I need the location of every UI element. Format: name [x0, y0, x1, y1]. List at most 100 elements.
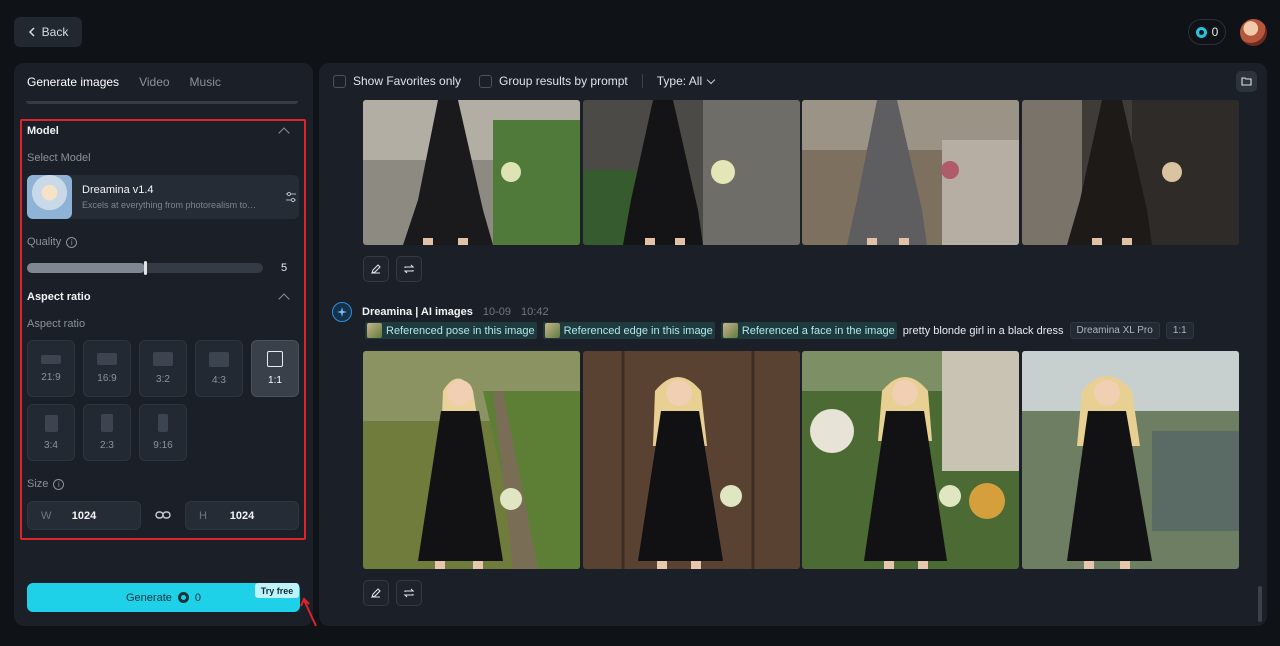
favorites-toggle[interactable]: Show Favorites only: [333, 74, 461, 88]
ratio-label: 9:16: [153, 440, 173, 451]
result-image[interactable]: [1022, 351, 1239, 569]
ratio-label: 3:4: [44, 439, 58, 451]
quality-slider[interactable]: [27, 261, 263, 275]
model-name: Dreamina v1.4: [82, 184, 154, 196]
back-label: Back: [41, 25, 69, 39]
model-thumbnail: [27, 175, 72, 219]
credits-badge[interactable]: 0: [1188, 19, 1226, 45]
reference-thumbnail: [367, 323, 382, 338]
generation-settings-panel: Generate images Video Music Model Select…: [14, 63, 313, 626]
folder-button[interactable]: [1236, 71, 1257, 92]
result-image[interactable]: [363, 100, 580, 245]
chevron-down-icon: [706, 75, 716, 84]
group-toggle[interactable]: Group results by prompt: [479, 74, 628, 88]
try-free-badge: Try free: [255, 583, 299, 598]
tab-video[interactable]: Video: [139, 75, 169, 89]
annotation-arrow-icon: [300, 597, 317, 627]
ratio-9-16-button[interactable]: 9:16: [139, 404, 187, 461]
quality-slider-handle[interactable]: [144, 261, 147, 275]
ratio-16-9-icon: [97, 353, 117, 365]
aspect-ratio-grid: 21:9 16:9 3:2 4:3 1:1 3:4 2:3 9:16: [27, 340, 299, 461]
model-description: Excels at everything from photorealism t…: [82, 200, 257, 210]
type-filter-dropdown[interactable]: Type: All: [656, 74, 716, 88]
ratio-label: 21:9: [41, 371, 61, 383]
repeat-icon: [403, 264, 415, 274]
ratio-label: 1:1: [268, 375, 282, 386]
aspect-section-title: Aspect ratio: [27, 291, 91, 303]
edit-button[interactable]: [363, 580, 389, 606]
quality-slider-fill: [27, 263, 145, 273]
chevron-left-icon: [28, 27, 35, 37]
ratio-3-2-button[interactable]: 3:2: [139, 340, 187, 397]
model-selector[interactable]: Dreamina v1.4 Excels at everything from …: [27, 175, 299, 219]
regenerate-button[interactable]: [396, 580, 422, 606]
aspect-ratio-text: Aspect ratio: [27, 318, 86, 330]
pencil-icon: [371, 264, 381, 274]
ratio-1-1-button[interactable]: 1:1: [251, 340, 299, 397]
select-model-text: Select Model: [27, 152, 91, 164]
result-image[interactable]: [1022, 100, 1239, 245]
select-model-label: Select Model: [27, 152, 91, 164]
height-input[interactable]: H 1024: [185, 501, 299, 530]
generate-label: Generate: [126, 591, 172, 604]
mode-tabs: Generate images Video Music: [27, 75, 221, 89]
avatar[interactable]: [1240, 19, 1267, 46]
pencil-icon: [371, 588, 381, 598]
ratio-label: 3:2: [156, 374, 170, 385]
ratio-21-9-button[interactable]: 21:9: [27, 340, 75, 397]
results-scrollbar[interactable]: [1258, 586, 1262, 622]
type-filter-label: Type: All: [656, 74, 703, 88]
ratio-3-4-button[interactable]: 3:4: [27, 404, 75, 461]
ratio-16-9-button[interactable]: 16:9: [83, 340, 131, 397]
reference-label: Referenced pose in this image: [386, 324, 535, 337]
ratio-3-2-icon: [153, 352, 173, 366]
result-image[interactable]: [802, 351, 1019, 569]
regenerate-button[interactable]: [396, 256, 422, 282]
result-image[interactable]: [802, 100, 1019, 245]
group-checkbox[interactable]: [479, 74, 493, 88]
tab-generate-images[interactable]: Generate images: [27, 75, 119, 89]
prompt-text: pretty blonde girl in a black dress: [902, 324, 1064, 337]
reference-label: Referenced edge in this image: [563, 324, 713, 337]
ratio-tag: 1:1: [1165, 322, 1194, 339]
folder-icon: [1241, 77, 1252, 86]
reference-chip[interactable]: Referenced a face in the image: [720, 322, 897, 339]
ratio-4-3-button[interactable]: 4:3: [195, 340, 243, 397]
favorites-label: Show Favorites only: [353, 74, 462, 88]
height-value: 1024: [229, 509, 255, 522]
back-button[interactable]: Back: [14, 17, 82, 47]
info-icon[interactable]: i: [66, 236, 78, 248]
generation-time: 10:42: [521, 306, 549, 318]
info-icon[interactable]: i: [53, 478, 65, 490]
generate-cost: 0: [194, 591, 201, 604]
favorites-checkbox[interactable]: [333, 74, 346, 88]
result-image[interactable]: [583, 351, 800, 569]
results-toolbar: Show Favorites only Group results by pro…: [333, 74, 716, 88]
repeat-icon: [403, 588, 415, 598]
tab-music[interactable]: Music: [190, 75, 221, 89]
ratio-9-16-icon: [158, 414, 168, 432]
reference-chip[interactable]: Referenced edge in this image: [542, 322, 715, 339]
quality-text: Quality: [27, 236, 62, 248]
model-section-title: Model: [27, 125, 59, 137]
width-value: 1024: [71, 509, 97, 522]
ratio-1-1-icon: [267, 351, 283, 367]
reference-chip[interactable]: Referenced pose in this image: [365, 322, 537, 339]
edit-button[interactable]: [363, 256, 389, 282]
ratio-2-3-button[interactable]: 2:3: [83, 404, 131, 461]
settings-sliders-icon[interactable]: [285, 191, 297, 203]
toolbar-divider: [641, 74, 643, 88]
result-image[interactable]: [583, 100, 800, 245]
ratio-label: 2:3: [100, 440, 114, 451]
aspect-ratio-label: Aspect ratio: [27, 318, 85, 330]
credit-coin-icon: [1195, 26, 1207, 38]
size-label: Size i: [27, 478, 65, 490]
result-image[interactable]: [363, 351, 580, 569]
reference-thumbnail: [544, 323, 560, 338]
width-input[interactable]: W 1024: [27, 501, 141, 530]
generation-date: 10-09: [482, 306, 512, 318]
link-icon[interactable]: [155, 509, 171, 521]
ratio-label: 16:9: [97, 373, 117, 384]
model-tag: Dreamina XL Pro: [1069, 322, 1160, 339]
reference-label: Referenced a face in the image: [741, 324, 895, 337]
